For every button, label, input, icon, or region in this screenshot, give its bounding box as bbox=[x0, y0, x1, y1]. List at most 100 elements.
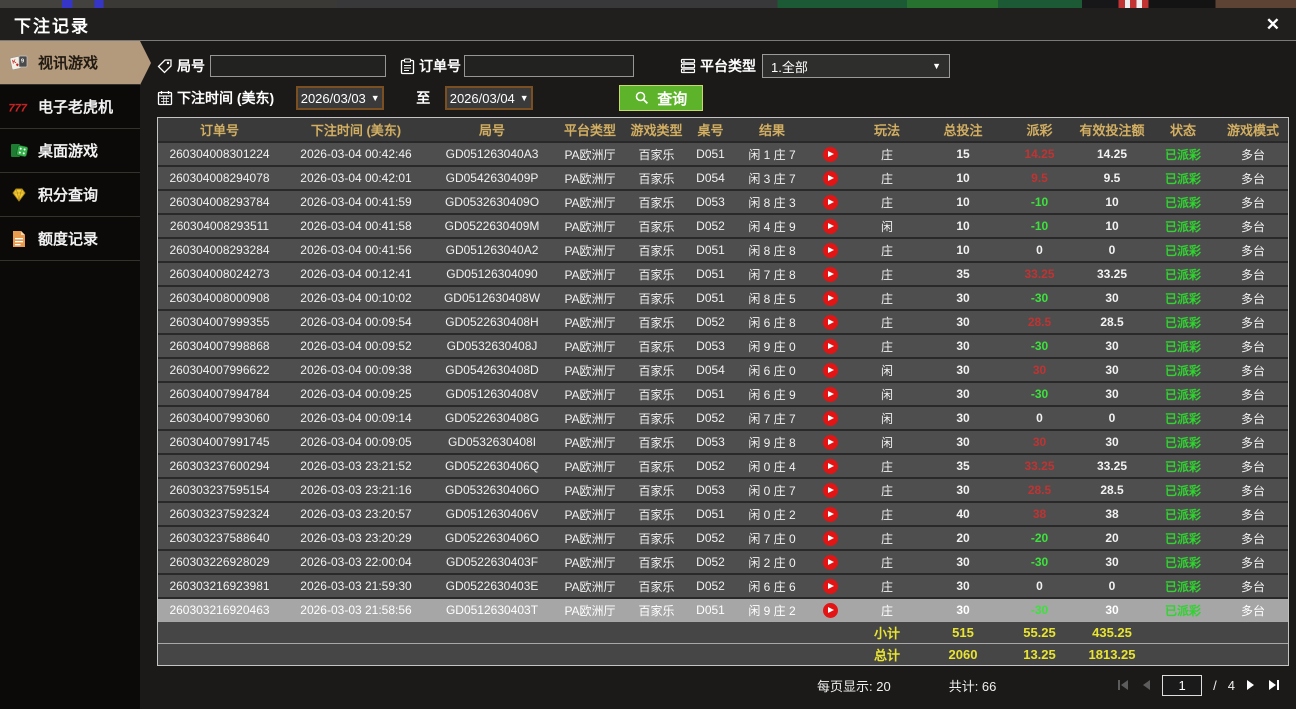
play-video-icon[interactable] bbox=[809, 170, 851, 186]
cell-platform: PA欧洲厅 bbox=[564, 291, 616, 306]
table-row[interactable]: 260304008000908 2026-03-04 00:10:02 GD05… bbox=[158, 285, 1288, 309]
cell-valid-bet: 28.5 bbox=[1100, 315, 1124, 329]
table-row[interactable]: 260304007993060 2026-03-04 00:09:14 GD05… bbox=[158, 405, 1288, 429]
platform-type-select[interactable]: 1.全部 ▼ bbox=[762, 54, 950, 78]
sidebar-item-slots[interactable]: 777 电子老虎机 bbox=[0, 85, 140, 129]
round-no-input[interactable] bbox=[210, 55, 386, 77]
play-video-icon[interactable] bbox=[809, 410, 851, 426]
cell-status: 已派彩 bbox=[1164, 243, 1201, 258]
table-row[interactable]: 260304008301224 2026-03-04 00:42:46 GD05… bbox=[158, 141, 1288, 165]
cell-game-type: 百家乐 bbox=[638, 579, 675, 594]
sidebar-item-credit-records[interactable]: 额度记录 bbox=[0, 217, 140, 261]
cell-game-type: 百家乐 bbox=[638, 483, 675, 498]
cell-status: 已派彩 bbox=[1164, 315, 1201, 330]
cell-total-bet: 40 bbox=[956, 507, 970, 521]
cell-platform: PA欧洲厅 bbox=[564, 315, 616, 330]
play-video-icon[interactable] bbox=[809, 602, 851, 618]
next-page-icon[interactable] bbox=[1246, 679, 1256, 691]
date-to-select[interactable]: 2026/03/04 ▼ bbox=[445, 86, 534, 110]
cell-valid-bet: 30 bbox=[1105, 291, 1119, 305]
platform-type-value: 1.全部 bbox=[771, 59, 808, 75]
sidebar-item-points[interactable]: 积分查询 bbox=[0, 173, 140, 217]
cell-payout: -30 bbox=[1030, 555, 1049, 569]
table-row[interactable]: 260304008024273 2026-03-04 00:12:41 GD05… bbox=[158, 261, 1288, 285]
first-page-icon[interactable] bbox=[1117, 679, 1130, 691]
table-row[interactable]: 260303226928029 2026-03-03 22:00:04 GD05… bbox=[158, 549, 1288, 573]
cell-bet-type: 庄 bbox=[880, 459, 893, 474]
cell-table-no: D051 bbox=[696, 243, 725, 257]
table-row[interactable]: 260304007991745 2026-03-04 00:09:05 GD05… bbox=[158, 429, 1288, 453]
dice-icon bbox=[8, 142, 30, 160]
cell-round-no: GD0542630409P bbox=[445, 171, 539, 185]
play-video-icon[interactable] bbox=[809, 506, 851, 522]
table-header-row: 订单号 下注时间 (美东) 局号 平台类型 游戏类型 桌号 结果 玩法 总投注 … bbox=[158, 118, 1288, 141]
column-header: 玩法 bbox=[873, 123, 900, 138]
table-row[interactable]: 260303237592324 2026-03-03 23:20:57 GD05… bbox=[158, 501, 1288, 525]
date-from-select[interactable]: 2026/03/03 ▼ bbox=[296, 86, 385, 110]
close-icon[interactable]: ✕ bbox=[1266, 16, 1280, 33]
cell-table-no: D052 bbox=[696, 531, 725, 545]
cell-payout: 28.5 bbox=[1027, 315, 1052, 329]
cell-game-mode: 多台 bbox=[1240, 555, 1265, 570]
cell-status: 已派彩 bbox=[1164, 171, 1201, 186]
cell-payout: 30 bbox=[1032, 435, 1047, 449]
play-video-icon[interactable] bbox=[809, 314, 851, 330]
cell-order-no: 260304008301224 bbox=[169, 147, 270, 161]
table-row[interactable]: 260303237595154 2026-03-03 23:21:16 GD05… bbox=[158, 477, 1288, 501]
play-video-icon[interactable] bbox=[809, 530, 851, 546]
play-video-icon[interactable] bbox=[809, 458, 851, 474]
cell-total-bet: 30 bbox=[956, 339, 970, 353]
last-page-icon[interactable] bbox=[1267, 679, 1280, 691]
cell-total-bet: 30 bbox=[956, 483, 970, 497]
cell-status: 已派彩 bbox=[1164, 603, 1201, 618]
cell-bet-type: 庄 bbox=[880, 147, 893, 162]
play-video-icon[interactable] bbox=[809, 290, 851, 306]
cell-valid-bet: 30 bbox=[1105, 603, 1119, 617]
cell-game-mode: 多台 bbox=[1240, 435, 1265, 450]
table-row[interactable]: 260304007999355 2026-03-04 00:09:54 GD05… bbox=[158, 309, 1288, 333]
order-no-input[interactable] bbox=[464, 55, 634, 77]
table-row[interactable]: 260304008293784 2026-03-04 00:41:59 GD05… bbox=[158, 189, 1288, 213]
cell-platform: PA欧洲厅 bbox=[564, 243, 616, 258]
play-video-icon[interactable] bbox=[809, 194, 851, 210]
play-video-icon[interactable] bbox=[809, 554, 851, 570]
table-row[interactable]: 260304007994784 2026-03-04 00:09:25 GD05… bbox=[158, 381, 1288, 405]
play-video-icon[interactable] bbox=[809, 266, 851, 282]
cell-platform: PA欧洲厅 bbox=[564, 603, 616, 618]
play-video-icon[interactable] bbox=[809, 386, 851, 402]
play-video-icon[interactable] bbox=[809, 578, 851, 594]
platform-type-label: 平台类型 bbox=[700, 58, 756, 74]
cell-payout: 28.5 bbox=[1027, 483, 1052, 497]
play-video-icon[interactable] bbox=[809, 434, 851, 450]
cell-order-no: 260303216920463 bbox=[169, 603, 270, 617]
table-row[interactable]: 260303216920463 2026-03-03 21:58:56 GD05… bbox=[158, 597, 1288, 621]
table-row[interactable]: 260304008293284 2026-03-04 00:41:56 GD05… bbox=[158, 237, 1288, 261]
table-row[interactable]: 260303216923981 2026-03-03 21:59:30 GD05… bbox=[158, 573, 1288, 597]
table-row[interactable]: 260304007998868 2026-03-04 00:09:52 GD05… bbox=[158, 333, 1288, 357]
play-video-icon[interactable] bbox=[809, 242, 851, 258]
play-video-icon[interactable] bbox=[809, 146, 851, 162]
cell-total-bet: 35 bbox=[956, 267, 970, 281]
page-number-input[interactable] bbox=[1162, 674, 1203, 696]
table-row[interactable]: 260304007996622 2026-03-04 00:09:38 GD05… bbox=[158, 357, 1288, 381]
sidebar-item-video-games[interactable]: K9 视讯游戏 bbox=[0, 41, 140, 85]
cell-status: 已派彩 bbox=[1164, 147, 1201, 162]
prev-page-icon[interactable] bbox=[1141, 679, 1151, 691]
table-row[interactable]: 260304008294078 2026-03-04 00:42:01 GD05… bbox=[158, 165, 1288, 189]
table-row[interactable]: 260303237600294 2026-03-03 23:21:52 GD05… bbox=[158, 453, 1288, 477]
play-video-icon[interactable] bbox=[809, 338, 851, 354]
table-row[interactable]: 260304008293511 2026-03-04 00:41:58 GD05… bbox=[158, 213, 1288, 237]
cell-order-no: 260303216923981 bbox=[169, 579, 270, 593]
cell-valid-bet: 20 bbox=[1105, 531, 1119, 545]
play-video-icon[interactable] bbox=[809, 362, 851, 378]
cell-total-bet: 30 bbox=[956, 291, 970, 305]
cell-game-mode: 多台 bbox=[1240, 267, 1265, 282]
table-row[interactable]: 260303237588640 2026-03-03 23:20:29 GD05… bbox=[158, 525, 1288, 549]
play-video-icon[interactable] bbox=[809, 482, 851, 498]
sidebar-item-table-games[interactable]: 桌面游戏 bbox=[0, 129, 140, 173]
cell-order-no: 260303226928029 bbox=[169, 555, 270, 569]
cell-bet-time: 2026-03-04 00:41:56 bbox=[300, 243, 412, 257]
cell-total-bet: 30 bbox=[956, 435, 970, 449]
play-video-icon[interactable] bbox=[809, 218, 851, 234]
search-button[interactable]: 查询 bbox=[619, 85, 704, 111]
